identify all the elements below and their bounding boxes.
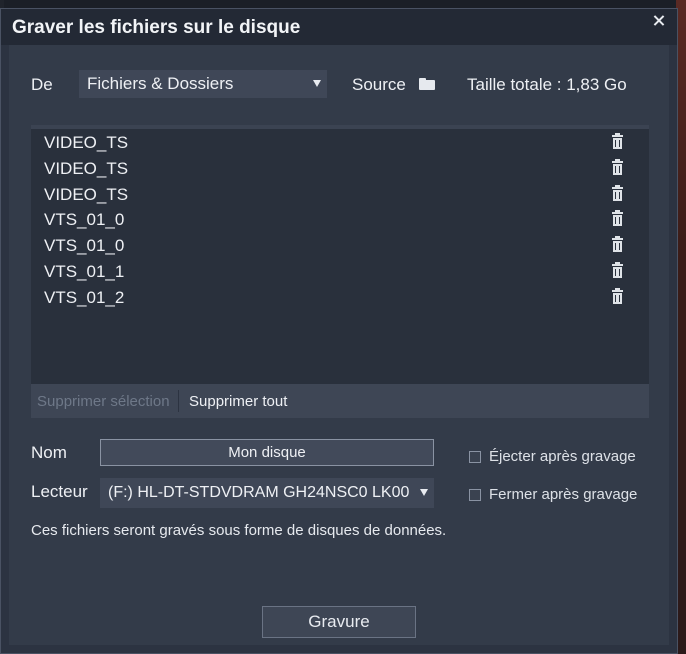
list-item[interactable]: VIDEO_TS [31,130,649,156]
list-item[interactable]: VTS_01_2 [31,285,649,311]
drive-select-value: (F:) HL-DT-STDVDRAM GH24NSC0 LK00 [108,484,410,501]
file-name: VTS_01_2 [44,287,125,307]
list-item[interactable]: VTS_01_1 [31,259,649,285]
name-label: Nom [31,443,67,462]
trash-icon[interactable] [612,236,623,253]
list-item[interactable]: VTS_01_0 [31,233,649,259]
eject-checkbox[interactable] [469,451,481,463]
trash-icon[interactable] [612,158,623,175]
dialog-body: De Fichiers & Dossiers Source Taille tot… [9,45,669,645]
eject-label: Éjecter après gravage [489,448,636,465]
folder-icon[interactable] [419,78,435,90]
burn-dialog: Graver les fichiers sur le disque De Fic… [0,8,678,654]
file-name: VIDEO_TS [44,133,129,152]
file-name: VTS_01_1 [44,262,125,281]
title-bar[interactable]: Graver les fichiers sur le disque [1,9,677,45]
close-after-checkbox[interactable] [469,489,481,501]
disc-name-input[interactable] [100,439,434,466]
list-item[interactable]: VTS_01_0 [31,207,649,233]
from-select-value: Fichiers & Dossiers [87,74,234,93]
burn-button[interactable]: Gravure [262,606,416,638]
source-label: Source [352,75,406,94]
file-list[interactable]: VIDEO_TS VIDEO_TS VIDEO_TS VTS_01_0 VTS_01_0… [31,125,649,413]
from-label: De [31,75,53,94]
file-name: VIDEO_TS [44,184,129,204]
trash-icon[interactable] [612,133,623,149]
list-item[interactable]: VIDEO_TS [31,156,649,182]
trash-icon[interactable] [612,210,623,227]
close-icon[interactable] [651,13,667,29]
delete-all-button[interactable]: Supprimer tout [189,393,287,410]
chevron-down-icon [313,80,321,87]
from-select[interactable]: Fichiers & Dossiers [79,70,327,98]
chevron-down-icon [420,489,428,496]
trash-icon[interactable] [612,184,623,201]
drive-select[interactable]: (F:) HL-DT-STDVDRAM GH24NSC0 LK00 [100,478,434,508]
file-name: VIDEO_TS [44,158,129,178]
delete-selection-button[interactable]: Supprimer sélection [37,393,170,410]
file-name: VTS_01_0 [44,236,125,256]
drive-label: Lecteur [31,482,88,501]
list-toolbar: Supprimer sélection Supprimer tout [31,384,649,418]
file-name: VTS_01_0 [44,210,125,230]
dialog-title: Graver les fichiers sur le disque [12,17,301,38]
toolbar-divider [178,390,179,412]
total-size: Taille totale : 1,83 Go [467,75,627,94]
trash-icon[interactable] [612,287,623,304]
trash-icon[interactable] [612,262,623,278]
list-item[interactable]: VIDEO_TS [31,182,649,208]
close-after-label: Fermer après gravage [489,486,638,503]
info-text: Ces fichiers seront gravés sous forme de… [31,522,447,539]
source-row: De Fichiers & Dossiers Source Taille tot… [9,45,669,105]
